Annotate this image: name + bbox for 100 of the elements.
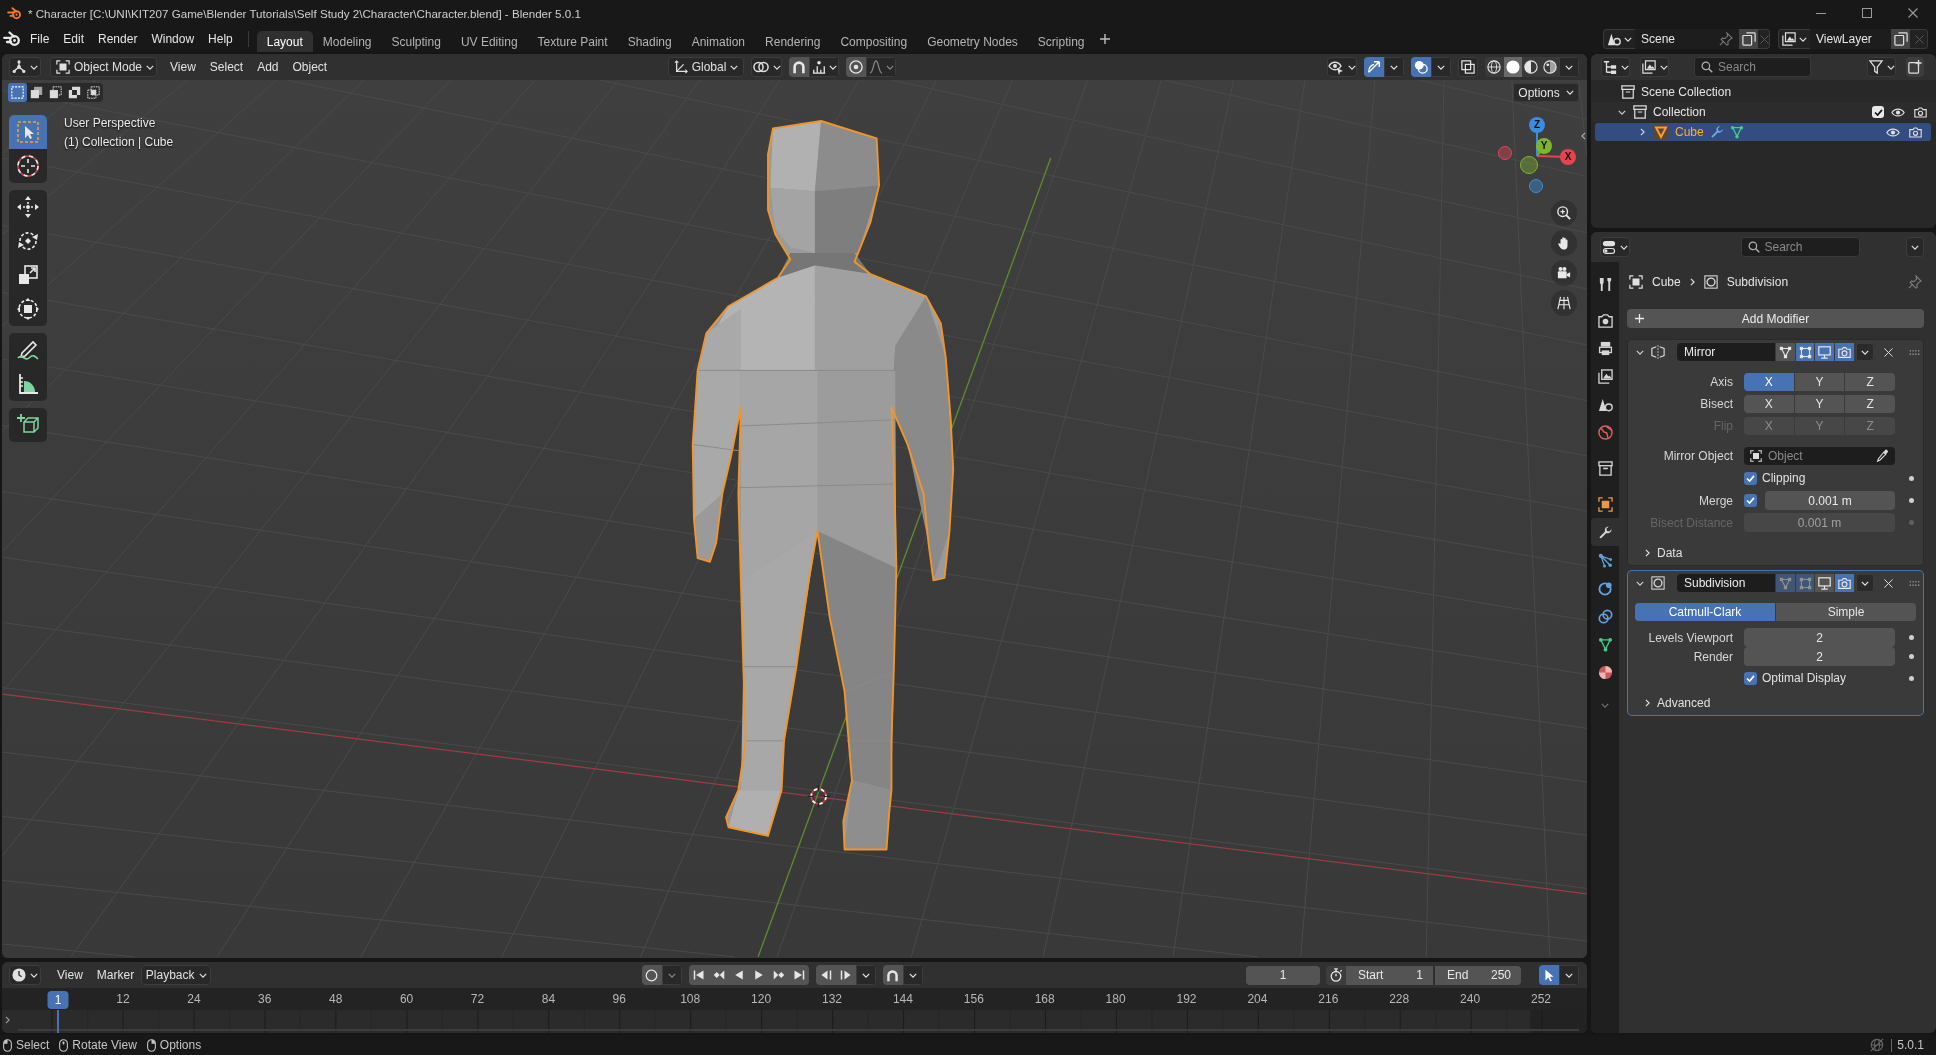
header-menu[interactable]: View [163, 57, 203, 77]
outliner-item[interactable]: Collection [1653, 105, 1706, 119]
workspace-tab[interactable]: Geometry Nodes [917, 31, 1028, 52]
selectability-dropdown[interactable] [1327, 57, 1357, 77]
axis-handle[interactable]: Z [1529, 117, 1545, 133]
falloff-dropdown[interactable] [866, 57, 896, 77]
workspace-tab[interactable]: Compositing [830, 31, 918, 52]
checkbox[interactable] [1872, 106, 1884, 118]
axis-toggle[interactable]: Z [1845, 395, 1895, 413]
header-menu[interactable]: Object [285, 57, 335, 77]
header-menu[interactable]: Marker [89, 965, 142, 985]
preview-range-toggle[interactable] [1326, 965, 1346, 985]
snap-dropdown[interactable] [902, 965, 923, 985]
auto-keying-toggle[interactable] [641, 965, 662, 985]
scene-name-field[interactable]: Scene [1635, 29, 1739, 49]
on-cage-toggle[interactable] [1775, 343, 1795, 361]
checkbox[interactable] [1744, 471, 1757, 485]
pan-button[interactable] [1551, 230, 1577, 256]
negative-axis-handle-icon[interactable] [1498, 146, 1512, 160]
object-field[interactable]: Object [1744, 447, 1895, 465]
header-menu[interactable]: View [50, 965, 90, 985]
search-field[interactable]: Search [1740, 237, 1860, 257]
filters-dropdown[interactable] [1559, 965, 1579, 985]
axis-toggle[interactable]: Y [1794, 373, 1845, 391]
properties-tab[interactable] [1591, 518, 1619, 546]
view-layer-name-field[interactable]: ViewLayer [1810, 29, 1891, 49]
view-layer-filter-dropdown[interactable] [1640, 57, 1669, 77]
menu-item[interactable]: Render [91, 29, 145, 49]
pivot-dropdown[interactable] [751, 57, 782, 77]
workspace-tab[interactable]: Shading [617, 31, 682, 52]
step-back-button[interactable] [815, 965, 836, 985]
menu-item[interactable]: File [23, 29, 57, 49]
workspace-tab[interactable]: Texture Paint [527, 31, 618, 52]
number-field[interactable]: 2 [1744, 628, 1895, 647]
shading-dropdown[interactable] [1559, 57, 1579, 77]
edit-mode-toggle[interactable] [1794, 343, 1815, 361]
start-frame-field[interactable]: Start 1 [1346, 965, 1433, 985]
menu-item[interactable]: Help [201, 29, 240, 49]
checkbox[interactable] [1744, 671, 1757, 685]
snap-target-dropdown[interactable] [809, 57, 839, 77]
playback-dropdown[interactable]: Playback [141, 965, 212, 985]
play-reverse-button[interactable] [728, 965, 749, 985]
axis-toggle[interactable]: X [1744, 395, 1794, 413]
axis-handle[interactable]: X [1560, 149, 1576, 165]
header-menu[interactable]: Select [202, 57, 251, 77]
new-collection-button[interactable] [1906, 57, 1924, 77]
workspace-tab[interactable]: Layout [256, 31, 313, 52]
negative-axis-handle-icon[interactable] [1529, 179, 1543, 193]
filter-dropdown[interactable] [1867, 57, 1896, 77]
search-field[interactable]: Search [1694, 57, 1811, 77]
zoom-button[interactable] [1551, 200, 1577, 226]
number-field[interactable]: 0.001 m [1765, 491, 1895, 510]
modifier-name-field[interactable]: Subdivision [1677, 574, 1775, 592]
workspace-tab[interactable]: Animation [681, 31, 756, 52]
xray-toggle[interactable] [1458, 57, 1478, 77]
choice-button[interactable]: Simple [1776, 603, 1916, 621]
playback-options-dropdown[interactable] [855, 965, 876, 985]
negative-axis-handle-icon[interactable] [1520, 156, 1538, 174]
new-scene-button[interactable] [1739, 29, 1758, 49]
workspace-tab[interactable]: Scripting [1027, 31, 1095, 52]
jump-to-end-button[interactable] [788, 965, 809, 985]
choice-button[interactable]: Catmull-Clark [1635, 603, 1775, 621]
shading-button[interactable] [1522, 57, 1541, 77]
render-visibility-toggle[interactable] [1912, 104, 1928, 120]
overlays-dropdown[interactable] [1431, 57, 1451, 77]
viewport-toggle[interactable] [1814, 343, 1835, 361]
gizmo-toggle[interactable] [1364, 57, 1384, 77]
snap-toggle[interactable] [882, 965, 903, 985]
camera-view-button[interactable] [1551, 260, 1577, 286]
axis-handle[interactable]: Y [1536, 138, 1552, 154]
modifier-menu-dropdown[interactable] [1855, 343, 1874, 361]
orientation-dropdown[interactable]: Global [668, 57, 744, 77]
perspective-toggle-button[interactable] [1551, 290, 1577, 316]
select-mode-button[interactable] [84, 83, 103, 102]
mode-dropdown[interactable]: Object Mode [50, 57, 157, 77]
checkbox[interactable] [1744, 494, 1757, 507]
modifier-name-field[interactable]: Mirror [1677, 343, 1775, 361]
workspace-tab[interactable]: UV Editing [450, 31, 528, 52]
workspace-tab[interactable]: Modeling [312, 31, 382, 52]
current-frame-field[interactable]: 1 [1246, 965, 1320, 985]
render-visibility-toggle[interactable] [1907, 124, 1923, 140]
number-field[interactable]: 2 [1744, 647, 1895, 666]
viewport-toggle[interactable] [1814, 574, 1835, 592]
menu-item[interactable]: Edit [56, 29, 92, 49]
axis-toggle[interactable]: Y [1794, 395, 1845, 413]
snap-toggle[interactable] [789, 57, 809, 77]
axis-toggle[interactable]: Z [1845, 373, 1895, 391]
overlays-toggle[interactable] [1411, 57, 1431, 77]
select-box-tool[interactable] [9, 115, 47, 149]
editor-type-button[interactable] [9, 57, 41, 77]
only-selected-toggle[interactable] [1539, 965, 1559, 985]
options-dropdown[interactable]: Options [1513, 83, 1579, 102]
step-forward-button[interactable] [835, 965, 856, 985]
subpanel-header[interactable]: Advanced [1627, 694, 1711, 712]
outliner-item[interactable]: Cube [1675, 125, 1704, 139]
outliner-item[interactable]: Scene Collection [1641, 85, 1732, 99]
new-view-layer-button[interactable] [1891, 29, 1910, 49]
subpanel-header[interactable]: Data [1627, 544, 1683, 562]
workspace-tab[interactable]: Sculpting [381, 31, 451, 52]
select-mode-button[interactable] [8, 83, 27, 102]
